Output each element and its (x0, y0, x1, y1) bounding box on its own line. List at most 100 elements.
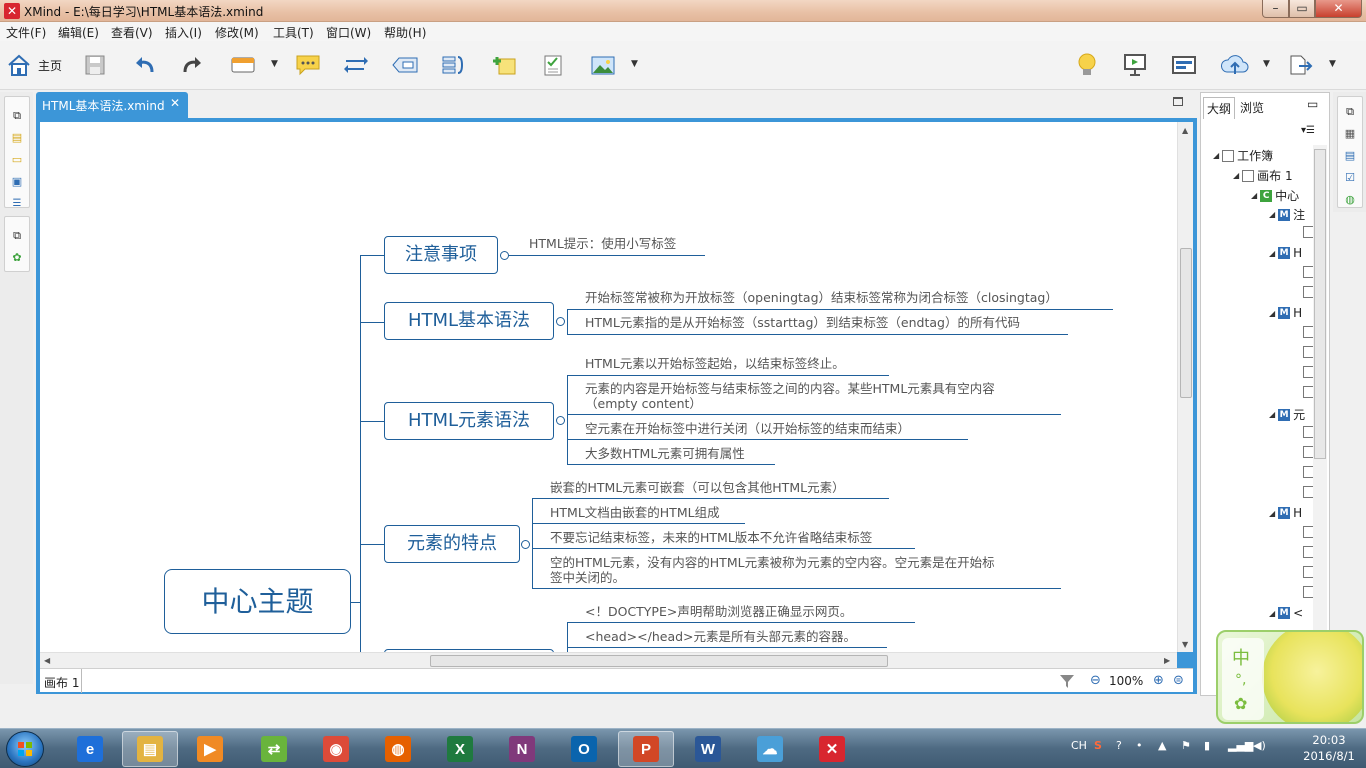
taskbar-ie-button[interactable]: e (62, 731, 118, 767)
outline-sheet[interactable]: ◢ 画布 1 (1233, 167, 1293, 184)
relationship-icon[interactable] (342, 51, 370, 79)
filter-icon[interactable] (1059, 673, 1075, 692)
collapse-dot[interactable] (556, 416, 565, 425)
scroll-right-icon[interactable]: ▶ (1164, 656, 1170, 665)
ime-punct-icon[interactable]: °, (1235, 672, 1246, 688)
tray-misc-icon[interactable]: • (1136, 739, 1143, 752)
detail-text[interactable]: HTML文档由嵌套的HTML组成 (550, 506, 720, 520)
marker-icon[interactable]: ✿ (10, 251, 24, 265)
restore-panel-icon[interactable]: ⧉ (10, 109, 24, 123)
undo-icon[interactable] (131, 51, 159, 79)
overview-icon[interactable]: ▤ (1343, 149, 1357, 163)
topic-element-features[interactable]: 元素的特点 (384, 525, 520, 563)
taskbar-chrome-button[interactable]: ◉ (308, 731, 364, 767)
input-language[interactable]: CH (1071, 739, 1087, 752)
topic-element-syntax[interactable]: HTML元素语法 (384, 402, 554, 440)
insert-topic-dropdown-icon[interactable]: ▼ (271, 59, 278, 69)
detail-text[interactable]: HTML元素以开始标签起始，以结束标签终止。 (585, 357, 845, 371)
minimize-button[interactable]: – (1262, 0, 1289, 18)
upload-dropdown-icon[interactable]: ▼ (1263, 59, 1270, 69)
collapse-dot[interactable] (500, 251, 509, 260)
show-hidden-icons[interactable]: ▲ (1158, 739, 1166, 752)
tab-close-icon[interactable]: ✕ (170, 96, 180, 110)
home-label[interactable]: 主页 (38, 57, 62, 74)
sogou-icon[interactable]: S (1094, 739, 1102, 752)
detail-text[interactable]: HTML元素指的是从开始标签（sstarttag）到结束标签（endtag）的所… (585, 316, 1020, 330)
export-icon[interactable] (1287, 51, 1315, 79)
menu-help[interactable]: 帮助(H) (384, 24, 426, 41)
globe-icon[interactable]: ◍ (1343, 193, 1357, 207)
restore-panel-icon-2[interactable]: ⧉ (10, 229, 24, 243)
horizontal-scrollbar[interactable]: ◀ ▶ (40, 652, 1177, 668)
horizontal-scroll-thumb[interactable] (430, 655, 888, 667)
ime-settings-icon[interactable]: ✿ (1234, 694, 1247, 713)
outline-topic[interactable]: ◢ M H (1269, 506, 1302, 520)
taskbar-excel-button[interactable]: X (432, 731, 488, 767)
sheet-tab[interactable]: 画布 1 (40, 669, 82, 693)
restore-panel-icon[interactable]: ⧉ (1343, 105, 1357, 119)
detail-text[interactable]: <！DOCTYPE>声明帮助浏览器正确显示网页。 (585, 605, 852, 619)
zoom-level[interactable]: 100% (1109, 674, 1143, 688)
vertical-scrollbar[interactable]: ▲ ▼ (1177, 122, 1193, 652)
scroll-down-icon[interactable]: ▼ (1182, 640, 1188, 649)
detail-text[interactable]: 不要忘记结束标签，未来的HTML版本不允许省略结束标签 (550, 531, 872, 545)
taskbar-sync-button[interactable]: ⇄ (246, 731, 302, 767)
outline-topic[interactable]: ◢ M < (1269, 606, 1303, 620)
detail-text[interactable]: 嵌套的HTML元素可嵌套（可以包含其他HTML元素） (550, 481, 845, 495)
structure-icon[interactable]: ☰ (10, 197, 24, 211)
menu-window[interactable]: 窗口(W) (326, 24, 371, 41)
topic-notes[interactable]: 注意事项 (384, 236, 498, 274)
boundary-icon[interactable] (391, 51, 419, 79)
menu-tools[interactable]: 工具(T) (273, 24, 314, 41)
detail-text[interactable]: 签中关闭的。 (550, 571, 625, 585)
idea-bulb-icon[interactable] (1073, 51, 1101, 79)
taskbar-outlook-button[interactable]: O (556, 731, 612, 767)
zoom-in-icon[interactable]: ⊕ (1153, 673, 1164, 688)
outline-topic[interactable]: ◢ M 元 (1269, 406, 1305, 423)
export-dropdown-icon[interactable]: ▼ (1329, 59, 1336, 69)
save-icon[interactable] (81, 51, 109, 79)
taskbar-firefox-button[interactable]: ◍ (370, 731, 426, 767)
task-icon[interactable] (539, 51, 567, 79)
maximize-editor-icon[interactable] (1173, 97, 1183, 106)
scroll-up-icon[interactable]: ▲ (1182, 126, 1188, 135)
taskbar-media-button[interactable]: ▶ (182, 731, 238, 767)
properties-icon[interactable]: ▦ (1343, 127, 1357, 141)
outline-scroll-thumb[interactable] (1314, 149, 1326, 459)
power-icon[interactable]: ▮ (1204, 739, 1210, 752)
detail-text[interactable]: 大多数HTML元素可拥有属性 (585, 447, 745, 461)
notes-icon[interactable]: ▤ (10, 131, 24, 145)
maximize-button[interactable]: ▭ (1289, 0, 1315, 18)
scroll-left-icon[interactable]: ◀ (44, 656, 50, 665)
detail-text[interactable]: <head></head>元素是所有头部元素的容器。 (585, 630, 856, 644)
detail-text[interactable]: HTML提示：使用小写标签 (529, 237, 676, 251)
image-dropdown-icon[interactable]: ▼ (631, 59, 638, 69)
vertical-scroll-thumb[interactable] (1180, 248, 1192, 398)
outline-scrollbar[interactable] (1313, 145, 1327, 681)
outline-central[interactable]: ◢ C 中心 (1251, 187, 1299, 204)
detail-text[interactable]: 元素的内容是开始标签与结束标签之间的内容。某些HTML元素具有空内容 (585, 382, 995, 396)
panel-minimize-icon[interactable]: ▭ (1307, 97, 1318, 111)
menu-edit[interactable]: 编辑(E) (58, 24, 99, 41)
collapse-dot[interactable] (556, 317, 565, 326)
fit-zoom-icon[interactable]: ⊜ (1173, 673, 1184, 688)
action-center-icon[interactable]: ⚑ (1181, 739, 1191, 752)
network-icon[interactable]: ▂▄▆ (1228, 739, 1253, 752)
menu-insert[interactable]: 插入(I) (165, 24, 202, 41)
menu-modify[interactable]: 修改(M) (215, 24, 259, 41)
home-icon[interactable] (5, 51, 33, 79)
start-button[interactable] (6, 731, 44, 767)
upload-icon[interactable] (1221, 51, 1249, 79)
close-button[interactable]: ✕ (1315, 0, 1362, 18)
menu-view[interactable]: 查看(V) (111, 24, 153, 41)
taskbar-word-button[interactable]: W (680, 731, 736, 767)
mindmap-canvas[interactable]: 中心主题 注意事项 HTML提示：使用小写标签 HTML基本语法 开始标签常被称… (40, 122, 1177, 652)
topic-basic-syntax[interactable]: HTML基本语法 (384, 302, 554, 340)
outline-topic[interactable]: ◢ M H (1269, 246, 1302, 260)
tab-outline[interactable]: 大纲 (1203, 97, 1236, 119)
callout-icon[interactable] (294, 51, 322, 79)
comments-icon[interactable]: ▭ (10, 153, 24, 167)
detail-text[interactable]: 开始标签常被称为开放标签（openingtag）结束标签常称为闭合标签（clos… (585, 291, 1058, 305)
volume-icon[interactable]: ◀) (1253, 739, 1266, 752)
ime-widget[interactable]: 中 °, ✿ (1216, 630, 1364, 724)
